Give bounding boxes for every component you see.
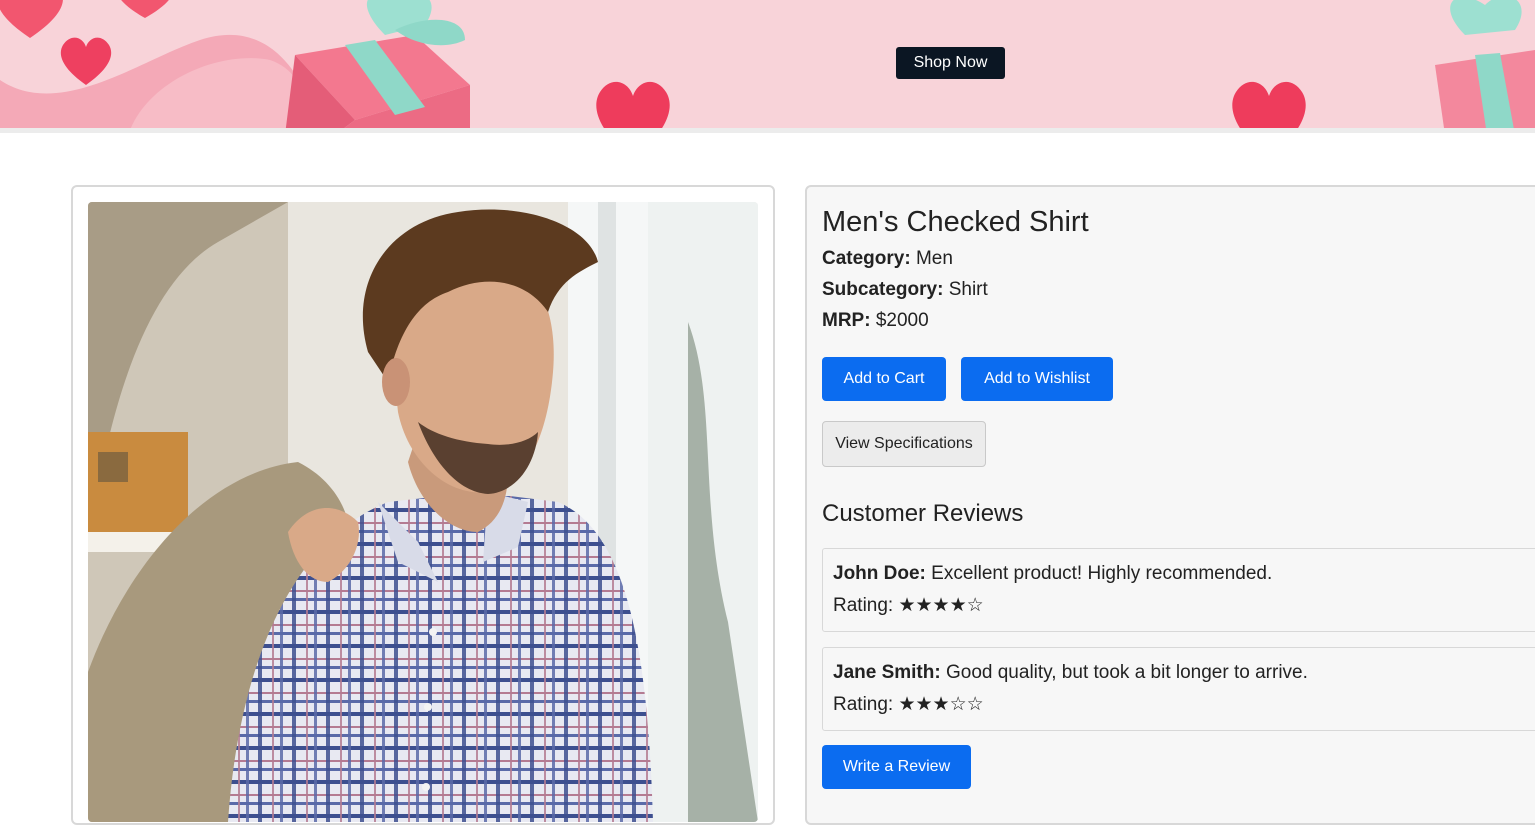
product-image-card: [71, 185, 775, 825]
shop-now-button[interactable]: Shop Now: [896, 47, 1005, 79]
write-review-button[interactable]: Write a Review: [822, 745, 971, 789]
view-specifications-button[interactable]: View Specifications: [822, 421, 986, 467]
heart-icon: [121, 0, 169, 18]
review-text: Excellent product! Highly recommended.: [931, 563, 1273, 584]
review-text: Good quality, but took a bit longer to a…: [945, 662, 1308, 683]
heart-icon: [60, 37, 112, 85]
promo-banner: Shop Now: [0, 0, 1535, 128]
product-image: [88, 202, 758, 822]
review-text-row: Jane Smith: Good quality, but took a bit…: [833, 662, 1308, 684]
subcategory-label: Subcategory:: [822, 279, 944, 300]
customer-reviews-heading: Customer Reviews: [822, 500, 1024, 527]
product-details-card: Men's Checked Shirt Category: Men Subcat…: [805, 185, 1535, 825]
add-to-cart-button[interactable]: Add to Cart: [822, 357, 946, 401]
product-photo: [88, 202, 758, 822]
subcategory-row: Subcategory: Shirt: [822, 279, 988, 301]
mrp-value: $2000: [875, 310, 929, 331]
category-label: Category:: [822, 248, 911, 269]
review-rating-row: Rating: ★★★★☆: [833, 594, 984, 617]
review-card: Jane Smith: Good quality, but took a bit…: [822, 647, 1535, 731]
add-to-wishlist-button[interactable]: Add to Wishlist: [961, 357, 1113, 401]
review-author: John Doe:: [833, 563, 926, 584]
review-rating-row: Rating: ★★★☆☆: [833, 693, 984, 716]
rating-label: Rating:: [833, 595, 894, 616]
rating-label: Rating:: [833, 694, 894, 715]
category-value: Men: [915, 248, 953, 269]
mrp-row: MRP: $2000: [822, 310, 929, 332]
mrp-label: MRP:: [822, 310, 871, 331]
review-author: Jane Smith:: [833, 662, 941, 683]
review-card: John Doe: Excellent product! Highly reco…: [822, 548, 1535, 632]
subcategory-value: Shirt: [948, 279, 988, 300]
heart-icon: [596, 82, 670, 128]
rating-stars: ★★★★☆: [898, 595, 984, 616]
category-row: Category: Men: [822, 248, 953, 270]
gift-icon: [1435, 0, 1535, 128]
rating-stars: ★★★☆☆: [898, 694, 984, 715]
banner-divider: [0, 128, 1535, 133]
gift-icon: [285, 0, 470, 128]
review-text-row: John Doe: Excellent product! Highly reco…: [833, 563, 1272, 585]
heart-icon: [1232, 82, 1306, 128]
product-title: Men's Checked Shirt: [822, 206, 1089, 238]
